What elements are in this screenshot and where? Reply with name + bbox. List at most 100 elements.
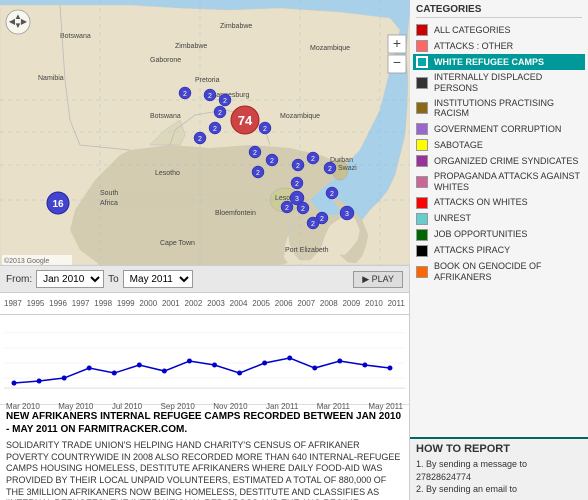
svg-text:Lesotho: Lesotho (155, 170, 180, 177)
category-label-attacks-piracy: ATTACKS PIRACY (434, 245, 510, 256)
chart-labels: Mar 2010 May 2010 Jul 2010 Sep 2010 Nov … (4, 402, 405, 414)
svg-text:Pretoria: Pretoria (195, 77, 220, 84)
category-label-white-refugee: WHITE REFUGEE CAMPS (434, 57, 544, 68)
category-label-genocide: BOOK ON GENOCIDE OF AFRIKANERS (434, 261, 582, 283)
category-item-institutions[interactable]: INSTITUTIONS PRACTISING RACISM (416, 96, 582, 122)
category-item-all[interactable]: ALL CATEGORIES (416, 22, 582, 38)
svg-text:Bloemfontein: Bloemfontein (215, 210, 256, 217)
svg-text:South: South (100, 190, 118, 197)
category-swatch-genocide (416, 266, 428, 278)
category-item-white-refugee[interactable]: WHITE REFUGEE CAMPS (413, 54, 585, 70)
svg-text:2: 2 (263, 126, 267, 133)
category-swatch-sabotage (416, 139, 428, 151)
right-panel: CATEGORIES ALL CATEGORIES ATTACKS : OTHER… (410, 0, 588, 500)
svg-text:2: 2 (198, 136, 202, 143)
svg-text:+: + (393, 35, 401, 51)
category-swatch-organized-crime (416, 155, 428, 167)
svg-text:Botswana: Botswana (150, 113, 181, 120)
svg-text:16: 16 (52, 199, 64, 210)
svg-text:Botswana: Botswana (60, 33, 91, 40)
category-label-organized-crime: ORGANIZED CRIME SYNDICATES (434, 156, 578, 167)
category-item-idp[interactable]: INTERNALLY DISPLACED PERSONS (416, 70, 582, 96)
chart-area: Mar 2010 May 2010 Jul 2010 Sep 2010 Nov … (0, 315, 409, 405)
svg-text:Zimbabwe: Zimbabwe (220, 23, 252, 30)
to-label: To (108, 274, 119, 285)
svg-text:Gaborone: Gaborone (150, 57, 181, 64)
svg-text:−: − (393, 54, 401, 70)
svg-text:2: 2 (253, 150, 257, 157)
svg-text:©2013 Google: ©2013 Google (4, 257, 49, 265)
category-swatch-attacks-piracy (416, 245, 428, 257)
category-swatch-institutions (416, 102, 428, 114)
svg-text:2: 2 (223, 98, 227, 105)
timeline-controls: From: Jan 2010 To May 2011 ▶ PLAY (0, 265, 409, 293)
category-item-attacks-piracy[interactable]: ATTACKS PIRACY (416, 243, 582, 259)
category-item-sabotage[interactable]: SABOTAGE (416, 137, 582, 153)
svg-text:2: 2 (301, 206, 305, 213)
text-content: NEW AFRIKANERS INTERNAL REFUGEE CAMPS RE… (0, 405, 409, 500)
category-label-govt-corruption: GOVERNMENT CORRUPTION (434, 124, 561, 135)
category-swatch-attacks-other (416, 40, 428, 52)
category-swatch-govt-corruption (416, 123, 428, 135)
category-label-unrest: UNREST (434, 213, 471, 224)
category-swatch-all (416, 24, 428, 36)
category-label-propaganda: PROPAGANDA ATTACKS AGAINST WHITES (434, 171, 582, 193)
htr-items: 1. By sending a message to 278286247742.… (416, 458, 582, 496)
text-body: SOLIDARITY TRADE UNION'S HELPING HAND CH… (6, 440, 403, 500)
category-item-organized-crime[interactable]: ORGANIZED CRIME SYNDICATES (416, 153, 582, 169)
svg-text:2: 2 (218, 110, 222, 117)
svg-text:▶: ▶ (21, 17, 28, 26)
to-select[interactable]: May 2011 (123, 270, 193, 288)
year-labels: 1987 1995 1996 1997 1998 1999 2000 2001 … (4, 299, 405, 308)
category-item-genocide[interactable]: BOOK ON GENOCIDE OF AFRIKANERS (416, 259, 582, 285)
timeline-bar: 1987 1995 1996 1997 1998 1999 2000 2001 … (0, 293, 409, 315)
svg-text:2: 2 (213, 126, 217, 133)
category-label-attacks-whites: ATTACKS ON WHITES (434, 197, 528, 208)
category-swatch-propaganda (416, 176, 428, 188)
category-item-propaganda[interactable]: PROPAGANDA ATTACKS AGAINST WHITES (416, 169, 582, 195)
map-container: Gaborone Pretoria Johannesburg Durban Po… (0, 0, 410, 265)
how-to-report-title: HOW TO REPORT (416, 443, 582, 455)
svg-text:2: 2 (330, 191, 334, 198)
category-swatch-unrest (416, 213, 428, 225)
category-label-all: ALL CATEGORIES (434, 25, 511, 36)
from-select[interactable]: Jan 2010 (36, 270, 104, 288)
svg-text:3: 3 (345, 211, 349, 218)
svg-text:2: 2 (311, 156, 315, 163)
from-label: From: (6, 274, 32, 285)
htr-item-1: 2. By sending an email to (416, 483, 582, 496)
svg-text:2: 2 (256, 170, 260, 177)
category-item-unrest[interactable]: UNREST (416, 211, 582, 227)
svg-text:Namibia: Namibia (38, 75, 64, 82)
svg-text:Port Elizabeth: Port Elizabeth (285, 247, 329, 254)
play-button[interactable]: ▶ PLAY (353, 271, 403, 288)
svg-text:2: 2 (296, 163, 300, 170)
category-label-job-opp: JOB OPPORTUNITIES (434, 229, 527, 240)
category-item-attacks-whites[interactable]: ATTACKS ON WHITES (416, 195, 582, 211)
categories-title: CATEGORIES (416, 4, 582, 18)
categories-section: CATEGORIES ALL CATEGORIES ATTACKS : OTHER… (410, 0, 588, 437)
category-item-job-opp[interactable]: JOB OPPORTUNITIES (416, 227, 582, 243)
category-swatch-white-refugee (416, 56, 428, 68)
svg-text:2: 2 (311, 221, 315, 228)
svg-text:2: 2 (320, 216, 324, 223)
category-swatch-job-opp (416, 229, 428, 241)
svg-text:2: 2 (295, 181, 299, 188)
category-label-institutions: INSTITUTIONS PRACTISING RACISM (434, 98, 582, 120)
categories-list: ALL CATEGORIES ATTACKS : OTHER WHITE REFUG… (416, 22, 582, 284)
category-swatch-attacks-whites (416, 197, 428, 209)
svg-text:2: 2 (183, 91, 187, 98)
category-label-idp: INTERNALLY DISPLACED PERSONS (434, 72, 582, 94)
svg-text:2: 2 (270, 158, 274, 165)
svg-text:◀: ◀ (9, 17, 16, 26)
svg-text:2: 2 (328, 166, 332, 173)
category-item-attacks-other[interactable]: ATTACKS : OTHER (416, 38, 582, 54)
category-label-attacks-other: ATTACKS : OTHER (434, 41, 513, 52)
svg-text:2: 2 (208, 93, 212, 100)
category-item-govt-corruption[interactable]: GOVERNMENT CORRUPTION (416, 121, 582, 137)
svg-text:Swazi: Swazi (338, 165, 357, 172)
htr-item-0: 1. By sending a message to 27828624774 (416, 458, 582, 483)
svg-text:74: 74 (238, 113, 253, 128)
category-label-sabotage: SABOTAGE (434, 140, 483, 151)
svg-text:2: 2 (285, 205, 289, 212)
